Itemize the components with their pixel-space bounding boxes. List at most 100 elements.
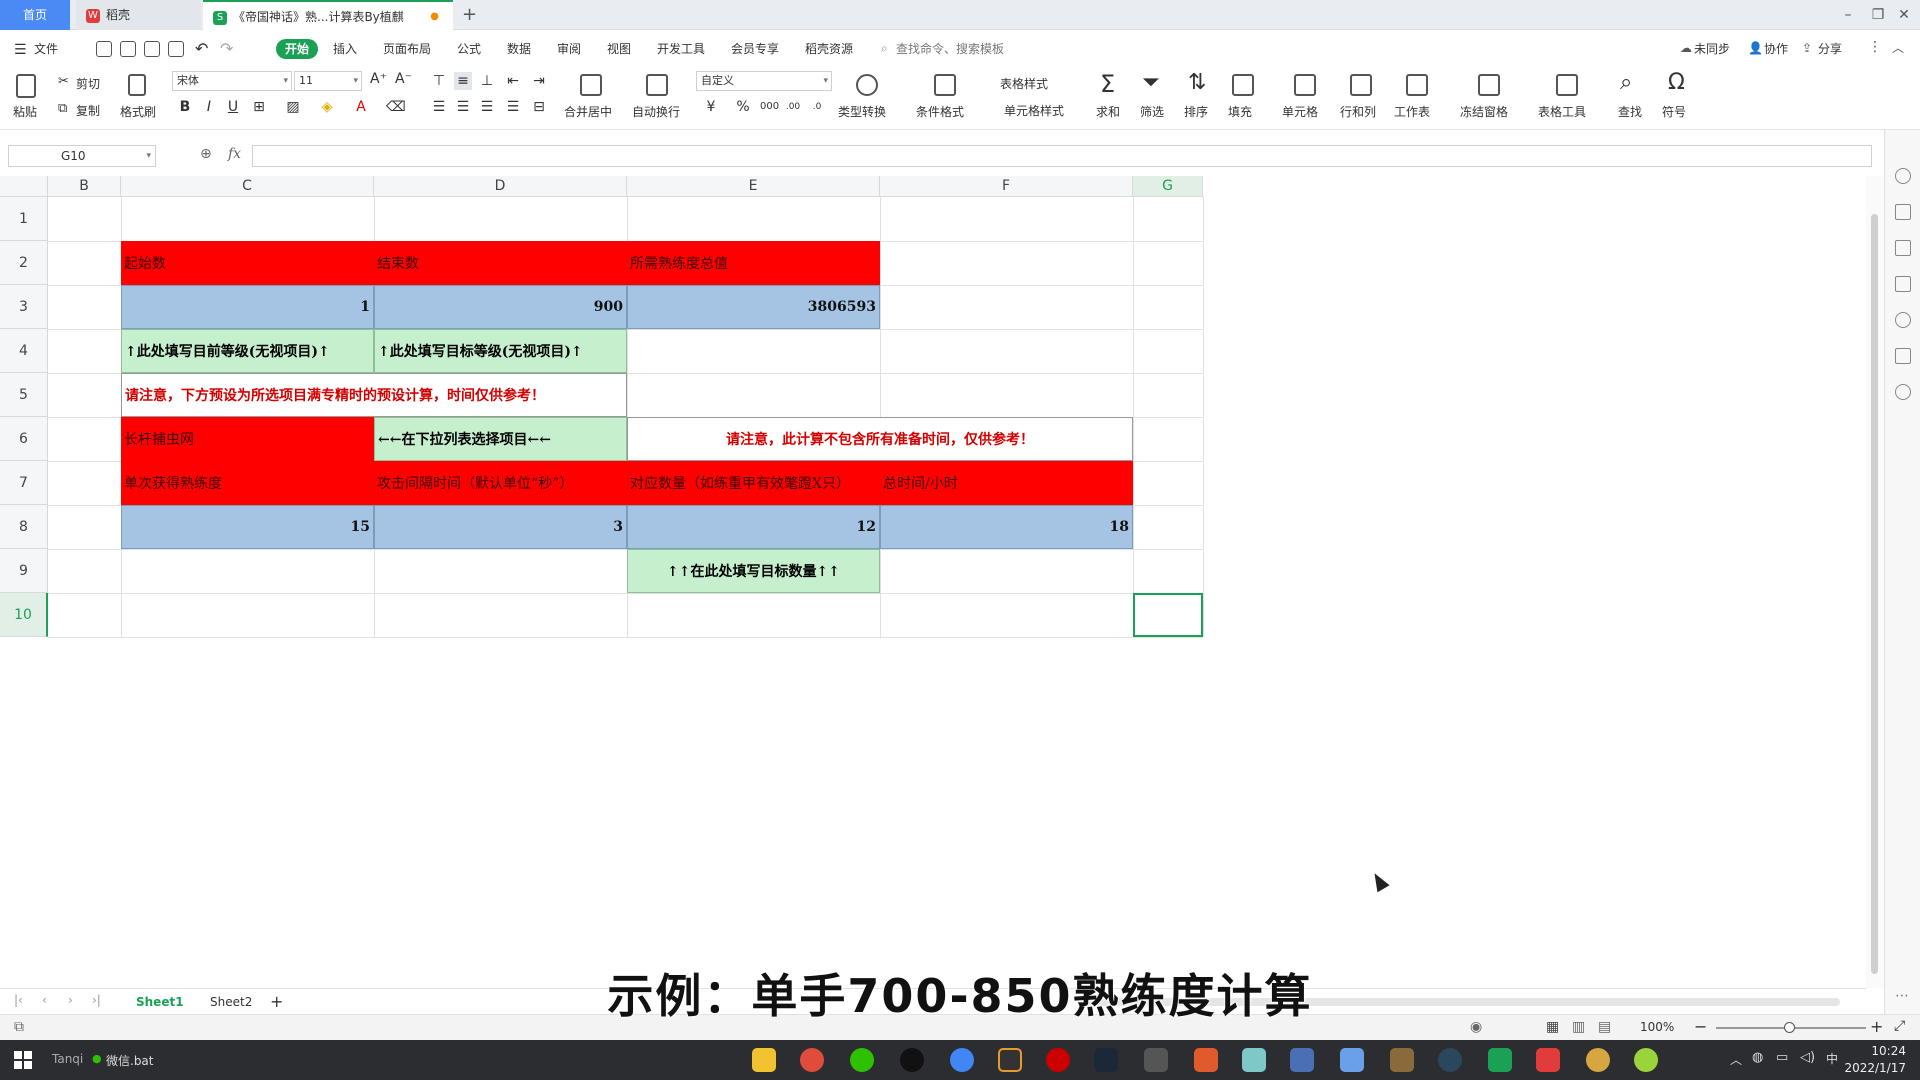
rocket-icon[interactable] [1895,168,1911,184]
new-tab-button[interactable]: + [462,0,477,30]
menu-formulas[interactable]: 公式 [457,39,481,59]
sync-status[interactable]: 未同步 [1694,39,1730,59]
cell-d6[interactable]: ←←在下拉列表选择项目←← [374,417,627,461]
conditional-format-button[interactable]: 条件格式 [916,103,964,120]
cell-d2[interactable]: 结束数 [374,241,627,285]
font-name-select[interactable]: 宋体 [172,71,292,91]
menu-review[interactable]: 审阅 [557,39,581,59]
paste-icon[interactable] [16,74,36,98]
redo-icon[interactable]: ↷ [220,39,233,58]
cell-icon[interactable] [1294,74,1316,96]
type-convert-button[interactable]: 类型转换 [838,103,886,120]
indent-decrease-icon[interactable]: ⇤ [504,72,522,90]
worksheet-button[interactable]: 工作表 [1394,103,1430,120]
decrease-decimal-icon[interactable]: .0 [808,98,826,116]
fill-icon[interactable] [1232,74,1254,96]
hamburger-icon[interactable]: ☰ [14,42,27,58]
tray-green-icon[interactable] [1634,1048,1658,1072]
tab-wps-docs[interactable]: W 稻壳 [76,0,201,30]
filter-icon[interactable]: ⏷ [1142,70,1160,95]
more-icon[interactable]: ⋮ [1868,39,1882,55]
cell-c5-notice[interactable]: 请注意，下方预设为所选项目满专精时的预设计算，时间仅供参考！ [121,373,627,417]
taskbar-clock[interactable]: 10:24 2022/1/17 [1844,1043,1906,1077]
select-all-corner[interactable] [0,176,48,197]
menu-insert[interactable]: 插入 [333,39,357,59]
paste-button[interactable]: 粘贴 [13,103,37,120]
cell-c7[interactable]: 单次获得熟练度 [121,461,374,505]
symbol-icon[interactable]: Ω [1668,70,1685,95]
find-icon[interactable]: ⌕ [1620,70,1632,95]
fx-icon[interactable]: fx [228,146,241,162]
sum-icon[interactable]: Σ [1100,70,1115,98]
sort-icon[interactable]: ⇅ [1188,70,1206,95]
percent-icon[interactable]: % [734,98,752,116]
undo-icon[interactable]: ↶ [195,39,208,58]
print-preview-icon[interactable] [168,41,184,57]
file-explorer-icon[interactable] [752,1048,776,1072]
number-format-select[interactable]: 自定义 [696,71,832,91]
tray-ime-icon[interactable]: 中 [1826,1050,1838,1067]
rowcol-button[interactable]: 行和列 [1340,103,1376,120]
worksheet-icon[interactable] [1406,74,1428,96]
row-header-2[interactable]: 2 [0,241,48,285]
tab-home[interactable]: 首页 [0,0,70,30]
find-button[interactable]: 查找 [1618,103,1642,120]
cell-d8[interactable]: 3 [374,505,627,549]
formula-input[interactable] [252,145,1872,167]
cell-e2[interactable]: 所需熟练度总值 [627,241,880,285]
collapse-ribbon-icon[interactable]: ︿ [1892,39,1904,56]
row-header-8[interactable]: 8 [0,505,48,549]
cell-e3[interactable]: 3806593 [627,285,880,329]
cell-c3[interactable]: 1 [121,285,374,329]
windows-start-icon[interactable] [14,1051,32,1069]
cell-d3[interactable]: 900 [374,285,627,329]
zoom-formula-icon[interactable]: ⊕ [200,146,212,162]
cloud-app-icon[interactable] [1340,1048,1364,1072]
align-bottom-icon[interactable]: ⊥ [478,72,496,90]
distributed-icon[interactable]: ⊟ [530,98,548,116]
vertical-scrollbar[interactable] [1866,176,1884,988]
save-icon[interactable] [96,41,112,57]
chrome-icon[interactable] [950,1048,974,1072]
notes-app-icon[interactable] [1242,1048,1266,1072]
justify-icon[interactable]: ☰ [504,98,522,116]
g-app-icon[interactable] [998,1048,1022,1072]
symbol-button[interactable]: 符号 [1662,103,1686,120]
sort-button[interactable]: 排序 [1184,103,1208,120]
taskbar-file-label[interactable]: 微信.bat [106,1052,154,1069]
red-app-icon[interactable] [1194,1048,1218,1072]
column-header-e[interactable]: E [627,176,880,197]
wps-office-taskbar-icon[interactable] [1536,1048,1560,1072]
column-header-g[interactable]: G [1133,176,1203,197]
qq-icon[interactable] [900,1048,924,1072]
record-icon[interactable] [1046,1048,1070,1072]
wechat-icon[interactable] [850,1048,874,1072]
name-box[interactable]: G10 [8,145,156,167]
cell-c6-item-select[interactable]: 长杆捕虫网 [121,417,374,461]
export-icon[interactable] [120,41,136,57]
cell-c4[interactable]: ↑此处填写目前等级(无视项目)↑ [121,329,374,373]
menu-developer[interactable]: 开发工具 [657,39,705,59]
browser-color-icon[interactable] [800,1048,824,1072]
align-right-icon[interactable]: ☰ [478,98,496,116]
align-middle-icon[interactable]: ≡ [454,72,472,90]
cell-style-button[interactable]: 单元格样式 [1004,102,1064,119]
menu-docer[interactable]: 稻壳资源 [805,39,853,59]
rowcol-icon[interactable] [1350,74,1372,96]
align-left-icon[interactable]: ☰ [430,98,448,116]
selected-cell-g10[interactable] [1133,593,1203,637]
row-header-3[interactable]: 3 [0,285,48,329]
cell-e7[interactable]: 对应数量（如练重甲有效氅蹬X只） [627,461,880,505]
thousands-icon[interactable]: 000 [760,98,779,116]
format-painter-button[interactable]: 格式刷 [120,103,156,120]
row-header-7[interactable]: 7 [0,461,48,505]
row-header-4[interactable]: 4 [0,329,48,373]
game-launcher-icon[interactable] [1144,1048,1168,1072]
collaborate-button[interactable]: 协作 [1764,39,1788,59]
row-header-1[interactable]: 1 [0,197,48,241]
table-style-button[interactable]: 表格样式 [1000,75,1048,92]
column-header-b[interactable]: B [48,176,121,197]
column-header-d[interactable]: D [374,176,627,197]
table-tools-button[interactable]: 表格工具 [1538,103,1586,120]
steam-icon[interactable] [1094,1048,1118,1072]
